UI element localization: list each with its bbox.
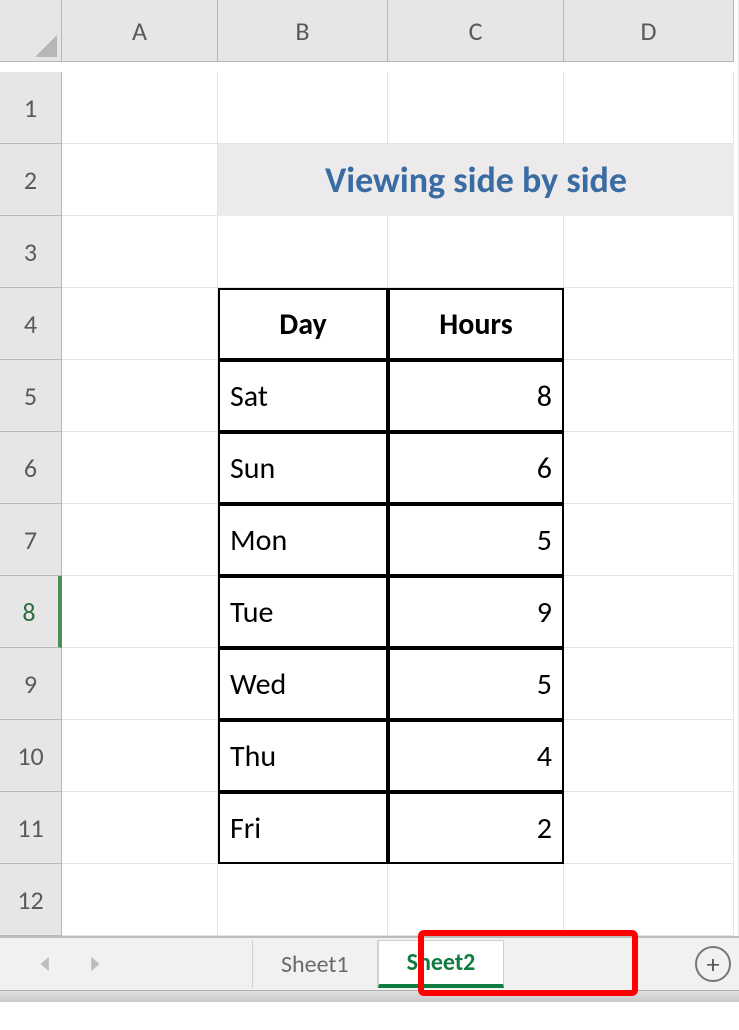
cell[interactable] [564,504,734,576]
table-row[interactable]: 4 [388,720,564,792]
cell[interactable] [564,216,734,288]
cell[interactable] [564,792,734,864]
cell[interactable] [62,720,218,792]
cell[interactable] [218,216,388,288]
spreadsheet-grid: A B C D 1 2 3 4 5 6 7 8 9 10 11 12 Viewi… [0,0,739,936]
cell[interactable] [62,432,218,504]
cell[interactable] [62,648,218,720]
row-header-8[interactable]: 8 [0,576,62,648]
cell[interactable] [62,576,218,648]
cell[interactable] [564,648,734,720]
row-header-7[interactable]: 7 [0,504,62,576]
table-row[interactable]: 2 [388,792,564,864]
cell[interactable] [218,864,388,936]
cell[interactable] [564,288,734,360]
table-row[interactable]: Mon [218,504,388,576]
row-header-12[interactable]: 12 [0,864,62,936]
sheet-tab[interactable]: Sheet1 [252,940,378,988]
cell[interactable] [62,144,218,216]
col-header-B[interactable]: B [218,0,388,62]
row-header-2[interactable]: 2 [0,144,62,216]
cell[interactable] [388,864,564,936]
cell[interactable] [564,72,734,144]
row-header-10[interactable]: 10 [0,720,62,792]
col-header-A[interactable]: A [62,0,218,62]
sheet-tab-active[interactable]: Sheet2 [378,940,505,988]
cell[interactable] [564,360,734,432]
sheet-tab-bar: Sheet1 Sheet2 + [0,936,739,990]
tab-prev-icon[interactable] [26,944,66,984]
sheet-title-cell[interactable]: Viewing side by side [218,144,734,216]
cell[interactable] [62,216,218,288]
table-row[interactable]: Sun [218,432,388,504]
cell[interactable] [388,216,564,288]
row-header-3[interactable]: 3 [0,216,62,288]
cell[interactable] [564,432,734,504]
table-row[interactable]: Tue [218,576,388,648]
table-row[interactable]: 8 [388,360,564,432]
table-row[interactable]: Thu [218,720,388,792]
row-header-9[interactable]: 9 [0,648,62,720]
plus-icon: + [707,951,720,977]
col-header-C[interactable]: C [388,0,564,62]
add-sheet-button[interactable]: + [695,946,731,982]
table-row[interactable]: Wed [218,648,388,720]
row-header-5[interactable]: 5 [0,360,62,432]
cell[interactable] [62,504,218,576]
row-header-4[interactable]: 4 [0,288,62,360]
horizontal-scrollbar[interactable] [0,990,739,1002]
row-header-11[interactable]: 11 [0,792,62,864]
table-header-hours[interactable]: Hours [388,288,564,360]
cell[interactable] [564,576,734,648]
row-header-1[interactable]: 1 [0,72,62,144]
table-row[interactable]: 5 [388,504,564,576]
cell[interactable] [62,792,218,864]
cell[interactable] [564,720,734,792]
table-row[interactable]: 6 [388,432,564,504]
cell[interactable] [62,72,218,144]
cell[interactable] [564,864,734,936]
table-row[interactable]: Sat [218,360,388,432]
table-row[interactable]: Fri [218,792,388,864]
table-header-day[interactable]: Day [218,288,388,360]
cell[interactable] [62,360,218,432]
select-all-corner[interactable] [0,0,62,62]
cell[interactable] [62,864,218,936]
cell[interactable] [388,72,564,144]
cell[interactable] [62,288,218,360]
cell[interactable] [218,72,388,144]
select-all-triangle-icon [35,35,57,57]
table-row[interactable]: 9 [388,576,564,648]
row-header-6[interactable]: 6 [0,432,62,504]
col-header-D[interactable]: D [564,0,734,62]
table-row[interactable]: 5 [388,648,564,720]
tab-next-icon[interactable] [74,944,114,984]
